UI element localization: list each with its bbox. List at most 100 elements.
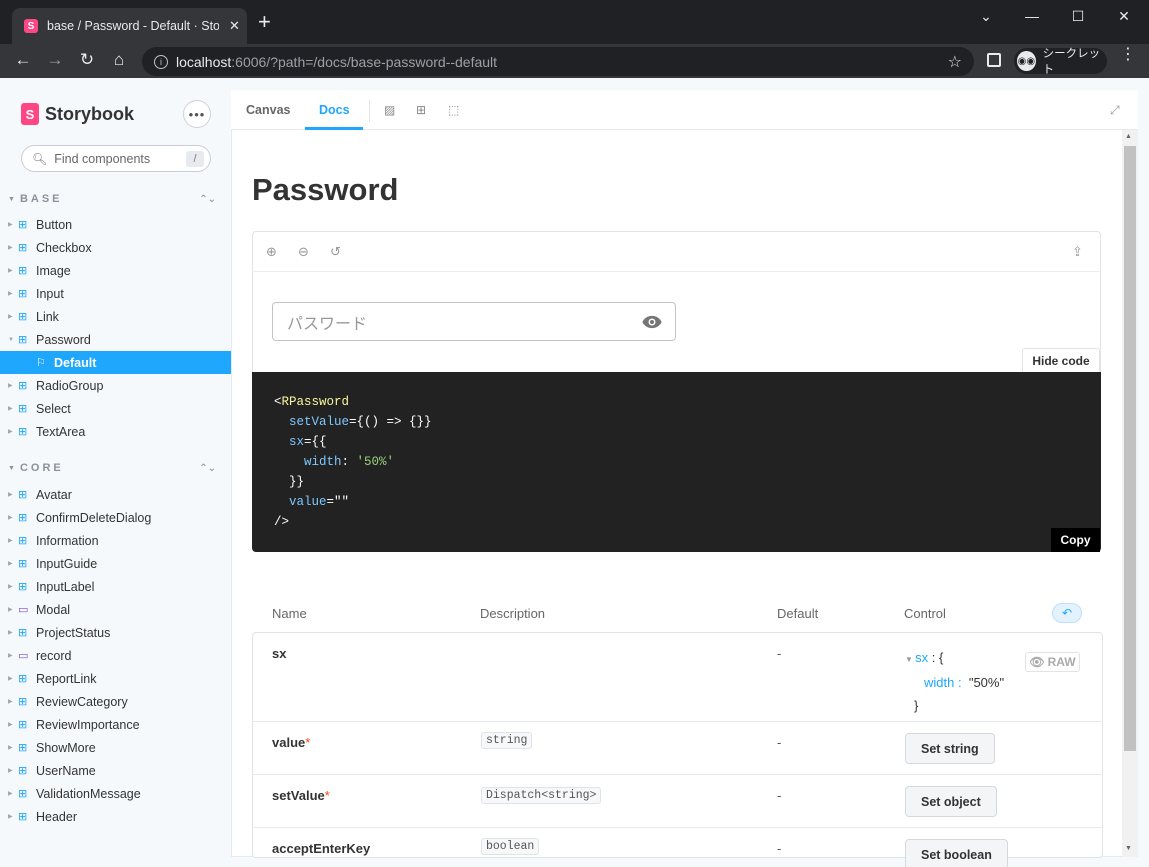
maximize-icon[interactable]: ☐ (1068, 8, 1088, 25)
back-icon[interactable]: ← (12, 50, 34, 70)
image-icon[interactable]: ▨ (384, 103, 395, 117)
storybook-logo[interactable]: S Storybook (21, 103, 134, 125)
folder-icon: ▭ (18, 604, 29, 616)
grid-icon[interactable]: ⊞ (416, 103, 426, 117)
raw-toggle-button[interactable]: 👁︎ RAW (1025, 652, 1080, 672)
new-tab-icon[interactable]: + (258, 11, 271, 33)
panel-toolbar (231, 90, 1138, 130)
share-icon[interactable]: ⇪ (1072, 244, 1083, 260)
tab-search-icon[interactable]: ⌄ (976, 8, 996, 25)
scrollbar-thumb[interactable] (1124, 146, 1136, 751)
set-boolean-button[interactable]: Set boolean (905, 839, 1008, 867)
sidebar-item-information[interactable]: ▶ ⊞ Information (8, 529, 231, 552)
browser-menu-icon[interactable]: ⋮ (1120, 47, 1136, 63)
forward-icon[interactable]: → (44, 50, 66, 70)
sidebar-item-label: Select (36, 401, 71, 416)
active-tab-indicator (305, 127, 363, 130)
row-divider (252, 774, 1103, 775)
password-input[interactable]: パスワード (272, 302, 676, 341)
group-core[interactable]: ▼ CORE ⌃⌄ (8, 462, 216, 474)
sidebar-item-validationmessage[interactable]: ▶ ⊞ ValidationMessage (8, 782, 231, 805)
browser-tab[interactable]: S base / Password - Default · Storybook … (12, 8, 247, 44)
sidebar-item-radiogroup[interactable]: ▶ ⊞ RadioGroup (8, 374, 231, 397)
expand-collapse-icon[interactable]: ⌃⌄ (199, 463, 216, 474)
prop-name-sx: sx (272, 646, 287, 661)
incognito-icon: ◉◉ (1017, 51, 1036, 71)
tab-canvas[interactable]: Canvas (246, 103, 290, 117)
expand-collapse-icon[interactable]: ⌃⌄ (199, 194, 216, 205)
sidebar-item-textarea[interactable]: ▶ ⊞ TextArea (8, 420, 231, 443)
zoom-out-icon[interactable]: ⊖ (298, 244, 309, 260)
sidebar-item-header[interactable]: ▶ ⊞ Header (8, 805, 231, 828)
sidebar-item-label: ReportLink (36, 671, 97, 686)
group-base[interactable]: ▼ BASE ⌃⌄ (8, 193, 216, 205)
reload-icon[interactable]: ↻ (76, 50, 98, 70)
sidebar-item-label: UserName (36, 763, 96, 778)
sidebar-item-showmore[interactable]: ▶ ⊞ ShowMore (8, 736, 231, 759)
search-icon: 🔍︎ (32, 151, 48, 166)
prop-name-value: value* (272, 735, 311, 750)
minimize-icon[interactable]: — (1022, 8, 1042, 24)
address-bar[interactable]: i localhost:6006/?path=/docs/base-passwo… (142, 47, 974, 76)
sidebar-item-checkbox[interactable]: ▶ ⊞ Checkbox (8, 236, 231, 259)
sidebar-item-button[interactable]: ▶ ⊞ Button (8, 213, 231, 236)
set-object-button[interactable]: Set object (905, 786, 997, 817)
url-host: localhost (176, 53, 232, 70)
sidebar-item-password[interactable]: ▼ ⊞ Password (8, 328, 231, 351)
sidebar-item-reportlink[interactable]: ▶ ⊞ ReportLink (8, 667, 231, 690)
chevron-right-icon: ▶ (8, 406, 13, 412)
eye-icon[interactable] (641, 315, 663, 329)
site-info-icon[interactable]: i (154, 54, 168, 69)
sidebar-item-reviewimportance[interactable]: ▶ ⊞ ReviewImportance (8, 713, 231, 736)
scroll-up-icon[interactable]: ▲ (1125, 133, 1132, 140)
reset-zoom-icon[interactable]: ↺ (330, 244, 341, 260)
sidebar-item-inputlabel[interactable]: ▶ ⊞ InputLabel (8, 575, 231, 598)
sidebar-item-default-story[interactable]: ⚐ Default (0, 351, 231, 374)
component-icon: ⊞ (18, 627, 28, 639)
column-header-control: Control (904, 606, 946, 621)
sidebar-item-label: Link (36, 309, 59, 324)
component-icon: ⊞ (18, 334, 28, 346)
sidebar-item-select[interactable]: ▶ ⊞ Select (8, 397, 231, 420)
sx-object-control[interactable]: ▼ sx : { width : "50%" } (905, 646, 1004, 717)
find-components-input[interactable]: 🔍︎ Find components / (21, 145, 211, 172)
side-panel-icon[interactable] (987, 53, 1001, 67)
sidebar-item-modal[interactable]: ▶ ▭ Modal (8, 598, 231, 621)
chevron-right-icon: ▶ (8, 291, 13, 297)
sidebar-item-confirmdeletedialog[interactable]: ▶ ⊞ ConfirmDeleteDialog (8, 506, 231, 529)
bookmark-star-icon[interactable]: ☆ (948, 52, 962, 72)
code-block: <RPassword setValue={() => {}} sx={{ wid… (252, 372, 1101, 552)
sidebar-item-link[interactable]: ▶ ⊞ Link (8, 305, 231, 328)
sidebar-item-reviewcategory[interactable]: ▶ ⊞ ReviewCategory (8, 690, 231, 713)
hide-code-button[interactable]: Hide code (1022, 348, 1100, 372)
zoom-in-icon[interactable]: ⊕ (266, 244, 277, 260)
component-icon: ⊞ (18, 788, 28, 800)
sidebar-item-record[interactable]: ▶ ▭ record (8, 644, 231, 667)
scroll-down-icon[interactable]: ▼ (1125, 845, 1132, 852)
sidebar-item-projectstatus[interactable]: ▶ ⊞ ProjectStatus (8, 621, 231, 644)
fullscreen-icon[interactable]: ⤢ (1110, 103, 1120, 118)
sidebar-item-label: RadioGroup (36, 378, 104, 393)
close-tab-icon[interactable]: ✕ (229, 18, 240, 34)
close-window-icon[interactable]: ✕ (1114, 8, 1134, 25)
component-icon: ⊞ (18, 311, 28, 323)
chevron-down-icon: ▼ (8, 464, 15, 472)
outline-icon[interactable]: ⬚ (448, 103, 459, 117)
set-string-button[interactable]: Set string (905, 733, 995, 764)
row-divider (252, 721, 1103, 722)
sidebar-item-label: ShowMore (36, 740, 96, 755)
sidebar-item-image[interactable]: ▶ ⊞ Image (8, 259, 231, 282)
copy-button[interactable]: Copy (1051, 528, 1100, 552)
sidebar-item-inputguide[interactable]: ▶ ⊞ InputGuide (8, 552, 231, 575)
chevron-right-icon: ▶ (8, 630, 13, 636)
sidebar-menu-button[interactable]: ••• (183, 100, 211, 128)
page-title: Password (252, 172, 399, 207)
tab-docs[interactable]: Docs (319, 103, 350, 117)
home-icon[interactable]: ⌂ (108, 50, 130, 70)
chevron-down-icon: ▼ (8, 336, 14, 343)
sidebar-item-username[interactable]: ▶ ⊞ UserName (8, 759, 231, 782)
sidebar-item-avatar[interactable]: ▶ ⊞ Avatar (8, 483, 231, 506)
sidebar-item-input[interactable]: ▶ ⊞ Input (8, 282, 231, 305)
incognito-profile[interactable]: ◉◉ シークレット (1014, 48, 1107, 76)
reset-controls-icon[interactable]: ↶ (1052, 603, 1082, 623)
